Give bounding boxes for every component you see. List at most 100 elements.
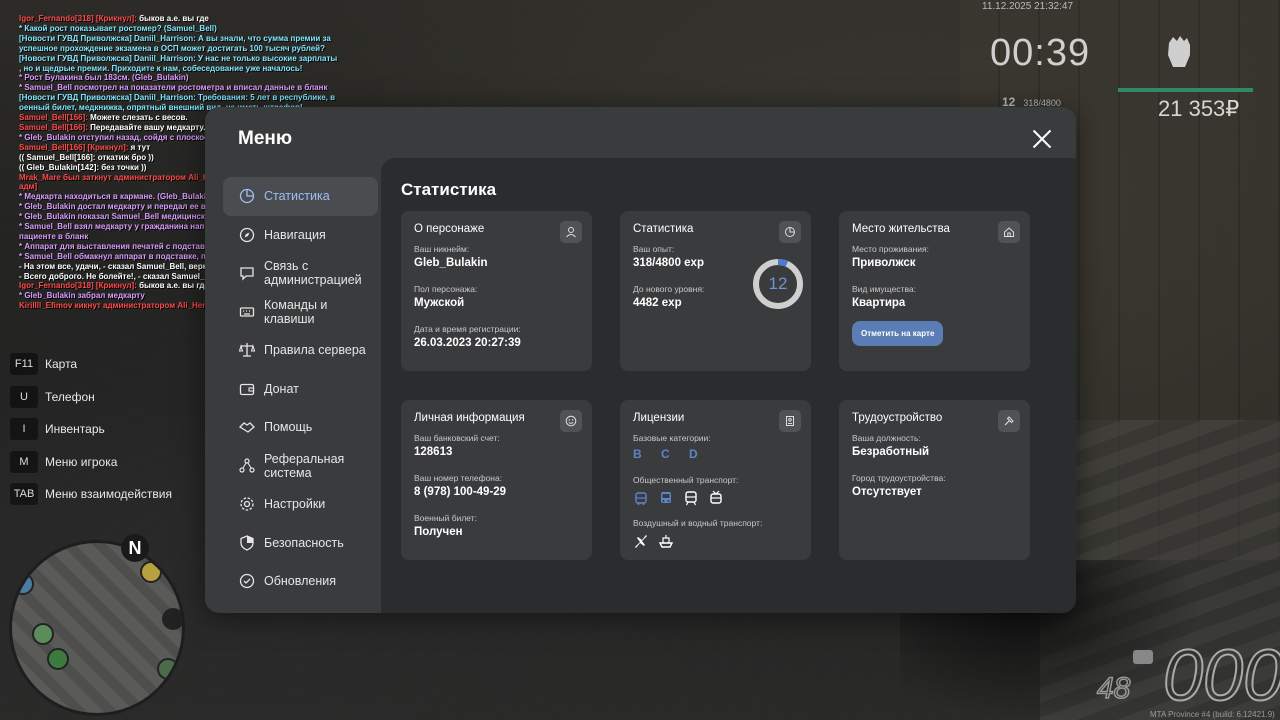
nav-item-donate[interactable]: Донат [223, 370, 378, 409]
chat-text: пациенте в бланк [19, 231, 89, 241]
chat-text: успешное прохождение экзамена в ОСП може… [19, 43, 325, 53]
hotkey-key: I [10, 418, 38, 441]
hotkey-i: I Инвентарь [10, 413, 172, 446]
nav-item-stats[interactable]: Статистика [223, 177, 378, 216]
card-stats: Статистика Ваш опыт: 318/4800 exp До нов… [620, 211, 811, 371]
ship-icon [658, 535, 674, 548]
hotkey-key: F11 [10, 353, 38, 376]
public-transport-label: Общественный транспорт: [633, 475, 739, 485]
nav-item-label: Донат [264, 381, 299, 396]
hotkey-label: Телефон [45, 389, 95, 404]
hotkey-m: M Меню игрока [10, 446, 172, 479]
nav-item-referral[interactable]: Реферальная система [223, 447, 378, 486]
tram-icon [710, 490, 722, 504]
hud-health-bar [1118, 88, 1253, 92]
chat-line: * Samuel_Bell посмотрел на показатели ро… [19, 83, 349, 93]
chat-text: адм] [19, 182, 38, 192]
hotkey-key: M [10, 450, 38, 473]
hotkey-key: TAB [10, 483, 38, 506]
nav-item-admin[interactable]: Связь с администрацией [223, 254, 378, 293]
mark-on-map-button[interactable]: Отметить на карте [852, 321, 944, 346]
level-value: 12 [768, 274, 788, 293]
build-info: MTA Province #4 (build: 6.12421.9) [1150, 710, 1275, 719]
hotkey-f11: F11 Карта [10, 348, 172, 381]
chat-text: Samuel_Bell[166]: [19, 113, 91, 123]
chat-line: * Рост Булакина был 183см. (Gleb_Bulakin… [19, 73, 349, 83]
card-title: Лицензии [633, 412, 685, 424]
handshake-icon [238, 422, 255, 434]
bank-label: Ваш банковский счет: [414, 433, 500, 443]
chat-text: Можете слезать с весов. [90, 113, 188, 123]
chat-text: я тут [130, 142, 151, 152]
chat-text: * Рост Булакина был 183см. (Gleb_Bulakin… [19, 73, 189, 83]
position-value: Безработный [852, 446, 930, 458]
refresh-icon [239, 574, 255, 589]
chat-text: Igor_Fernando[318] [Крикнул]: [19, 14, 140, 23]
military-value: Получен [414, 526, 463, 538]
nav-item-help[interactable]: Помощь [223, 408, 378, 447]
fuel-value: 48 [1096, 671, 1131, 706]
bank-value: 128613 [414, 446, 453, 458]
nav-item-settings[interactable]: Настройки [223, 485, 378, 524]
card-licenses: Лицензии Базовые категории: B C D Общест… [620, 400, 811, 560]
chat-icon [240, 267, 254, 281]
menu-nav: Статистика Навигация Связь с администрацие… [223, 177, 378, 601]
chat-line: [Новости ГУВД Приволжска] Daniil_Harriso… [19, 93, 349, 103]
chat-line: успешное прохождение экзамена в ОСП може… [19, 44, 349, 54]
card-title: Место жительства [852, 223, 950, 235]
nav-item-label: Помощь [264, 420, 313, 435]
close-icon[interactable] [1031, 128, 1053, 150]
menu-window: Меню Статистика Навигация Связь с админист… [205, 107, 1076, 613]
chat-text: , но и щедрые премии. Приходите к нам, с… [19, 63, 303, 73]
bus-icon [661, 492, 671, 503]
nav-item-security[interactable]: Безопасность [223, 524, 378, 563]
base-categories-value: B C D [633, 447, 706, 461]
nav-item-label: Обновления [264, 574, 336, 589]
fuel-icon [1133, 650, 1153, 664]
card-title: Статистика [633, 223, 694, 235]
plane-icon [635, 535, 647, 548]
hotkey-label: Инвентарь [45, 422, 105, 437]
user-icon [560, 221, 582, 243]
reg-label: Дата и время регистрации: [414, 324, 521, 334]
content-title: Статистика [401, 180, 497, 199]
content-panel: Статистика О персонаже Ваш никнейм: Gleb… [381, 158, 1076, 613]
chat-text: Samuel_Bell[166]: [19, 122, 91, 132]
nav-item-navigation[interactable]: Навигация [223, 216, 378, 255]
reg-value: 26.03.2023 20:27:39 [414, 337, 521, 349]
fist-icon [1168, 36, 1190, 67]
nav-item-updates[interactable]: Обновления [223, 562, 378, 601]
property-label: Вид имущества: [852, 284, 916, 294]
nav-item-label: Связь с администрацией [264, 259, 362, 288]
chat-text: [Новости ГУВД Приволжска] Daniil_Harriso… [19, 33, 331, 43]
minimap-target-icon [32, 623, 54, 645]
card-title: О персонаже [414, 223, 485, 235]
nav-item-commands[interactable]: Команды и клавиши [223, 293, 378, 332]
minimap-building-icon [157, 658, 179, 680]
hotkey-tab: TAB Меню взаимодействия [10, 478, 172, 511]
menu-title: Меню [238, 128, 293, 149]
nav-item-rules[interactable]: Правила сервера [223, 331, 378, 370]
keyboard-icon [239, 307, 255, 317]
minimap-bank-icon [12, 573, 34, 595]
phone-label: Ваш номер телефона: [414, 473, 503, 483]
nick-value: Gleb_Bulakin [414, 257, 488, 269]
hotkey-label: Карта [45, 357, 78, 372]
network-icon [239, 458, 255, 473]
place-value: Приволжск [852, 257, 916, 269]
nav-item-label: Статистика [264, 189, 330, 204]
chat-text: (( Gleb_Bulakin[142]: без точки )) [19, 162, 147, 172]
nav-item-label: Правила сервера [264, 343, 366, 358]
gender-value: Мужской [414, 297, 465, 309]
nav-item-label: Настройки [264, 497, 326, 512]
nick-label: Ваш никнейм: [414, 244, 470, 254]
train-icon [685, 491, 697, 506]
pie-chart-icon [239, 189, 255, 204]
place-label: Место проживания: [852, 244, 929, 254]
chat-line: Igor_Fernando[318] [Крикнул]: быков а.е.… [19, 14, 349, 24]
hotkey-key: U [10, 385, 38, 408]
hotkey-list: F11 Карта U Телефон I Инвентарь M Меню игрока TA… [10, 348, 172, 511]
shield-icon [240, 535, 254, 551]
chat-line: [Новости ГУВД Приволжска] Daniil_Harriso… [19, 54, 349, 64]
chat-text: * Samuel_Bell посмотрел на показатели ро… [19, 83, 328, 93]
